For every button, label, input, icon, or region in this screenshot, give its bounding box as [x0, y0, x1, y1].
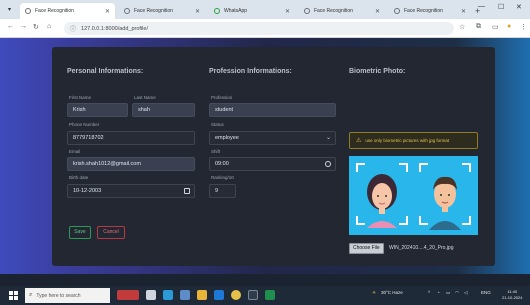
- weather-text[interactable]: 30°C Haze: [381, 290, 403, 295]
- forward-arrow-icon[interactable]: →: [20, 23, 27, 30]
- tab-label: Face Recognition: [404, 8, 443, 14]
- address-bar-row: ← → ↻ ⌂ ⓘ 127.0.0.1:8000/add_profile/ ☆ …: [0, 19, 530, 38]
- birth-date-value: 10-12-2003: [73, 188, 102, 194]
- whatsapp-icon: [214, 8, 220, 14]
- site-info-icon[interactable]: ⓘ: [70, 24, 76, 33]
- profession-label: Profession: [211, 95, 233, 100]
- close-window-icon[interactable]: ✕: [516, 3, 522, 11]
- status-select[interactable]: employee ⌄: [209, 131, 336, 145]
- bookmark-star-icon[interactable]: ☆: [459, 23, 465, 31]
- face-scan-graphic: [349, 156, 478, 235]
- browser-tab-strip: ▾ Face Recognition ✕ Face Recognition ✕ …: [0, 0, 530, 19]
- status-selected-value: employee: [215, 135, 239, 141]
- last-name-input[interactable]: shah: [132, 103, 195, 117]
- minimize-icon[interactable]: —: [478, 3, 485, 10]
- chevron-down-icon: ⌄: [325, 135, 331, 141]
- maximize-icon[interactable]: ☐: [498, 3, 504, 11]
- format-warning-alert: ⚠ use only biometric pictures with jpg f…: [349, 132, 478, 149]
- url-input[interactable]: ⓘ 127.0.0.1:8000/add_profile/: [64, 22, 454, 35]
- task-view-icon[interactable]: [146, 290, 156, 300]
- close-tab-icon[interactable]: ✕: [456, 8, 466, 15]
- battery-icon[interactable]: ▭: [446, 290, 450, 296]
- globe-icon: [25, 8, 31, 14]
- first-name-label: First Name: [69, 95, 92, 100]
- first-name-input[interactable]: Krish: [67, 103, 128, 117]
- tab-label: WhatsApp: [224, 8, 248, 14]
- taskbar-search-box[interactable]: ⌕ Type here to search: [25, 288, 110, 303]
- clock-date: 21-10-2024: [502, 295, 523, 300]
- phone-number-label: Phone Number: [69, 122, 100, 127]
- terminal-icon[interactable]: [248, 290, 258, 300]
- language-indicator[interactable]: ENG: [481, 290, 491, 295]
- close-tab-icon[interactable]: ✕: [100, 8, 110, 15]
- weather-icon[interactable]: ☀: [372, 290, 376, 296]
- email-label: Email: [69, 149, 81, 154]
- phone-number-input[interactable]: 8779718702: [67, 131, 195, 145]
- clock-icon[interactable]: [325, 161, 331, 167]
- tab-label: Face Recognition: [134, 8, 173, 14]
- file-explorer-icon[interactable]: [197, 290, 207, 300]
- birth-date-label: Birth date: [69, 175, 89, 180]
- close-tab-icon[interactable]: ✕: [280, 8, 290, 15]
- reload-icon[interactable]: ↻: [33, 23, 39, 31]
- last-name-label: Last Name: [134, 95, 156, 100]
- ranking-input[interactable]: 9: [209, 184, 236, 198]
- personal-info-heading: Personal Informations:: [67, 68, 144, 75]
- biometric-photo-heading: Biometric Photo:: [349, 68, 406, 75]
- tab-face-recognition-2[interactable]: Face Recognition ✕: [119, 3, 205, 19]
- warning-triangle-icon: ⚠: [356, 138, 362, 144]
- taskbar-search-placeholder: Type here to search: [36, 292, 81, 299]
- chrome-icon[interactable]: [231, 290, 241, 300]
- sidebar-icon[interactable]: ▭: [492, 23, 499, 31]
- birth-date-input[interactable]: 10-12-2003: [67, 184, 195, 198]
- wifi-icon[interactable]: ◠: [455, 290, 459, 296]
- shift-time-value: 09:00: [215, 161, 229, 167]
- tab-label: Face Recognition: [314, 8, 353, 14]
- status-label: Status: [211, 122, 224, 127]
- close-tab-icon[interactable]: ✕: [370, 8, 380, 15]
- cancel-button[interactable]: Cancel: [97, 226, 125, 239]
- edge-icon[interactable]: [163, 290, 173, 300]
- windows-taskbar: ⌕ Type here to search ☀ 30°C Haze ^ ◔ ▭ …: [0, 286, 530, 305]
- network-icon[interactable]: ◔: [437, 290, 440, 295]
- choose-file-button[interactable]: Choose File: [349, 243, 384, 254]
- calendar-icon[interactable]: [184, 188, 190, 194]
- mail-icon[interactable]: [180, 290, 190, 300]
- page-background: Personal Informations: First Name Krish …: [0, 38, 530, 274]
- system-clock[interactable]: 11:40 21-10-2024: [502, 289, 522, 301]
- excel-icon[interactable]: [265, 290, 275, 300]
- email-input[interactable]: krish.shah1012@gmail.com: [67, 157, 195, 171]
- tab-search-chevron-icon[interactable]: ▾: [5, 6, 14, 15]
- warning-text: use only biometric pictures with jpg for…: [365, 138, 450, 143]
- close-tab-icon[interactable]: ✕: [190, 8, 200, 15]
- profession-info-heading: Profession Informations:: [209, 68, 292, 75]
- selected-file-name: WIN_202410....4_20_Pro.jpg: [389, 245, 454, 251]
- tray-chevron-icon[interactable]: ^: [428, 290, 430, 295]
- globe-icon: [394, 8, 400, 14]
- tab-whatsapp[interactable]: WhatsApp ✕: [209, 3, 295, 19]
- ranking-label: Ranking/10: [211, 175, 234, 180]
- url-text: 127.0.0.1:8000/add_profile/: [81, 25, 148, 32]
- extensions-icon[interactable]: ⧉: [476, 23, 481, 31]
- home-icon[interactable]: ⌂: [47, 23, 51, 30]
- gaming-app-icon[interactable]: [117, 290, 139, 300]
- back-arrow-icon[interactable]: ←: [7, 23, 14, 30]
- tab-face-recognition-3[interactable]: Face Recognition ✕: [299, 3, 385, 19]
- tab-label: Face Recognition: [35, 8, 74, 14]
- profile-icon[interactable]: ●: [507, 23, 511, 30]
- search-icon: ⌕: [29, 292, 33, 298]
- tab-face-recognition-4[interactable]: Face Recognition ✕: [389, 3, 471, 19]
- biometric-face-illustration: [349, 156, 478, 235]
- tab-face-recognition-1[interactable]: Face Recognition ✕: [20, 3, 115, 19]
- profession-input[interactable]: student: [209, 103, 336, 117]
- shift-time-input[interactable]: 09:00: [209, 157, 336, 171]
- volume-icon[interactable]: ◁: [464, 290, 467, 296]
- globe-icon: [124, 8, 130, 14]
- globe-icon: [304, 8, 310, 14]
- store-icon[interactable]: [214, 290, 224, 300]
- shift-label: Shift: [211, 149, 221, 154]
- menu-dots-icon[interactable]: ⋮: [520, 23, 527, 31]
- windows-start-icon[interactable]: [9, 291, 18, 300]
- save-button[interactable]: Save: [69, 226, 91, 239]
